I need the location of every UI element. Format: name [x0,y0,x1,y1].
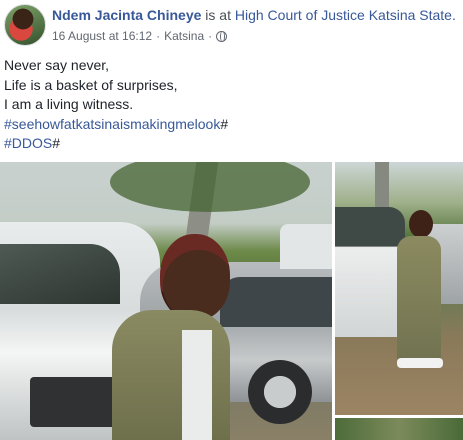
sedan-window [220,277,332,327]
place-link[interactable]: High Court of Justice Katsina State. [235,7,456,23]
white-pickup-truck [335,207,405,337]
facebook-post: Ndem Jacinta Chineye is at High Court of… [0,0,463,440]
hashtag-line: #DDOS# [4,134,228,154]
person-head [409,210,433,238]
sedan-wheel [248,360,312,424]
tree-canopy [110,162,310,212]
globe-icon[interactable] [216,30,228,42]
person-shirt [182,330,212,440]
white-suv [280,224,332,269]
hashtag-suffix: # [52,135,61,151]
post-location[interactable]: Katsina [164,29,204,43]
post-text: Never say never, Life is a basket of sur… [4,56,228,154]
post-photo-main[interactable] [0,162,332,440]
checkin-verb: is at [205,7,231,23]
post-photo-secondary[interactable] [335,162,463,415]
post-header: Ndem Jacinta Chineye is at High Court of… [52,7,456,23]
hashtag-link[interactable]: #DDOS [4,135,52,151]
post-text-line: Never say never, [4,57,110,73]
post-timestamp[interactable]: 16 August at 16:12 [52,29,152,43]
hashtag-suffix: # [220,115,229,132]
post-text-line: I am a living witness. [4,96,134,112]
person-shoes [397,358,443,368]
meta-separator: · [156,29,161,43]
meta-separator: · [208,29,213,43]
person-uniform [112,310,230,440]
post-meta: 16 August at 16:12 · Katsina · [52,29,228,43]
author-name-link[interactable]: Ndem Jacinta Chineye [52,7,201,23]
person-uniform [397,236,441,366]
person-head [160,234,230,320]
hashtag-line: #seehowfatkatsinaismakingmelook# [4,115,228,135]
post-text-line: Life is a basket of surprises, [4,76,178,93]
hashtag-link[interactable]: #seehowfatkatsinaismakingmelook [4,116,220,132]
truck-windshield [0,244,120,304]
post-photo-tertiary[interactable] [335,418,463,440]
author-avatar[interactable] [4,4,46,46]
